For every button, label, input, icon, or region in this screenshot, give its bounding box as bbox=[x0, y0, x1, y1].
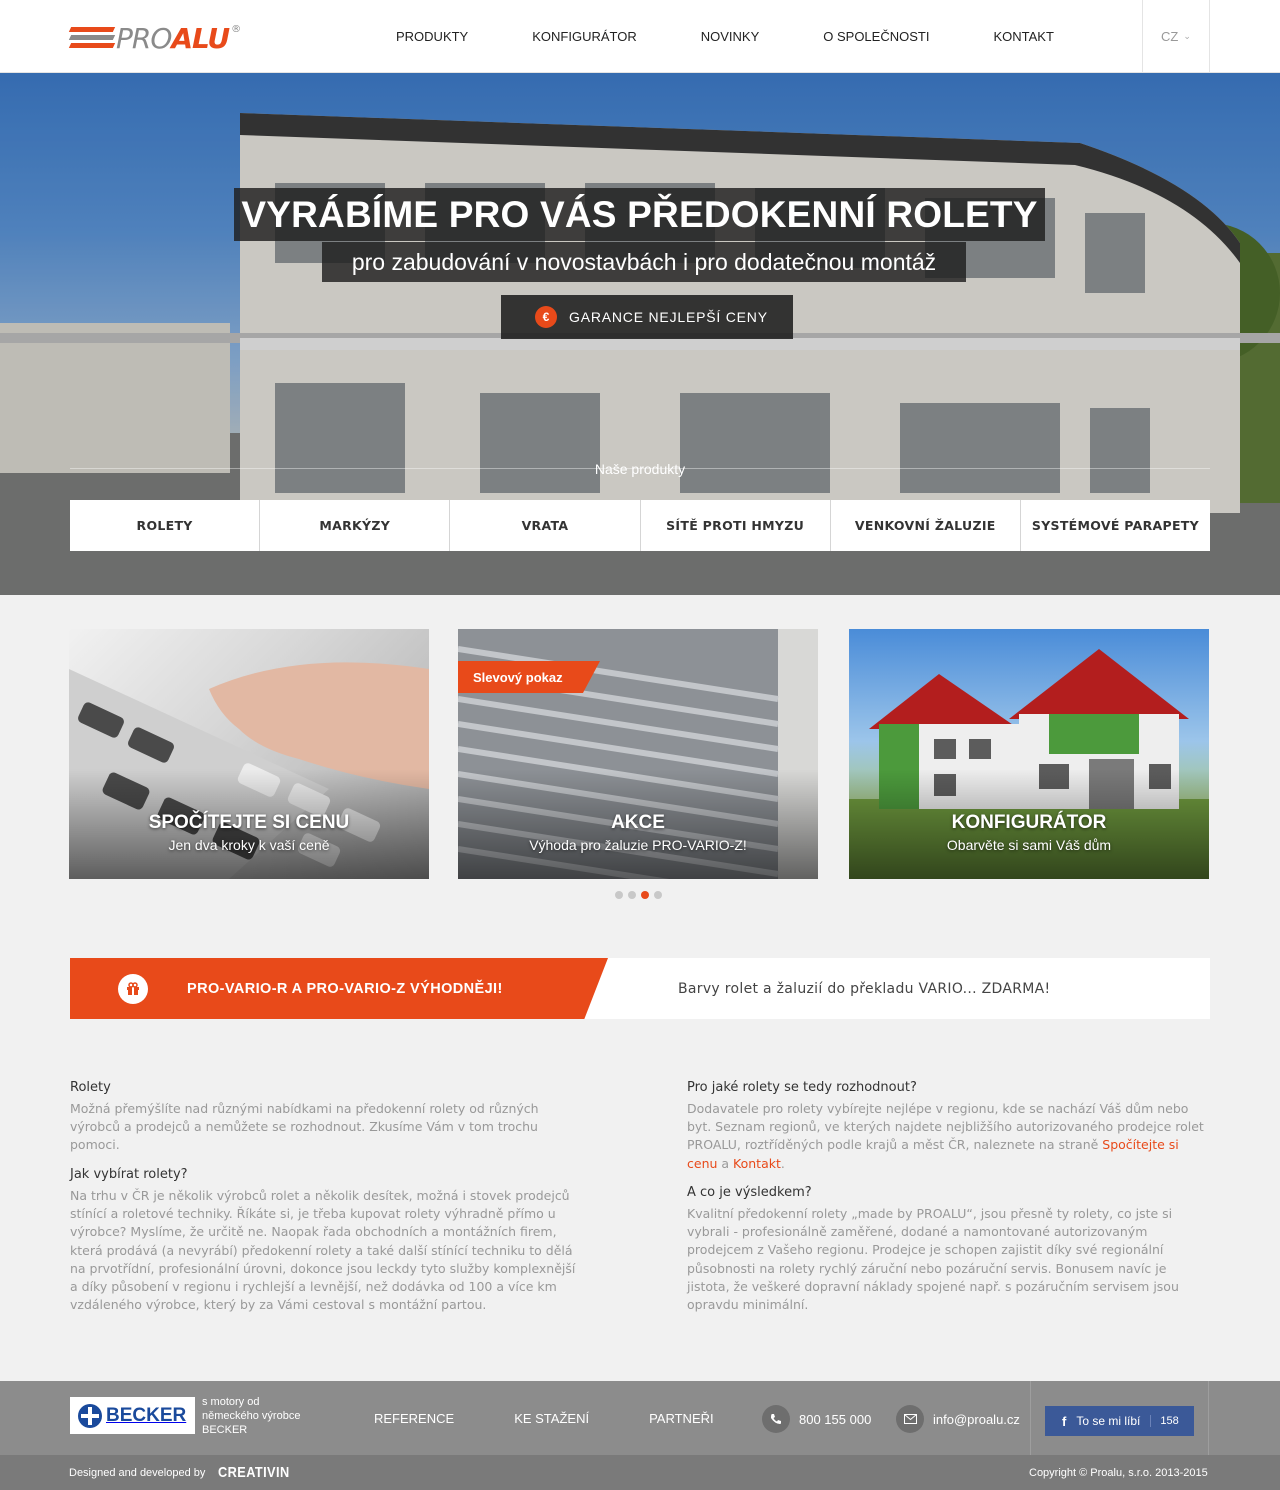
nav-o-spolecnosti[interactable]: O SPOLEČNOSTI bbox=[791, 29, 961, 44]
carousel-dot[interactable] bbox=[628, 891, 636, 899]
phone-contact[interactable]: 800 155 000 bbox=[762, 1405, 871, 1433]
hero-title: VYRÁBÍME PRO VÁS PŘEDOKENNÍ ROLETY bbox=[241, 193, 1038, 235]
footer-divider bbox=[1030, 1381, 1031, 1455]
nav-novinky[interactable]: NOVINKY bbox=[669, 29, 792, 44]
promo-text: Barvy rolet a žaluzií do překladu VARIO.… bbox=[678, 980, 1051, 997]
email-address: info@proalu.cz bbox=[933, 1411, 1020, 1427]
logo-stripes-icon bbox=[68, 25, 116, 51]
product-tab-rolety[interactable]: ROLETY bbox=[70, 500, 261, 551]
promo-title: PRO-VARIO-R A PRO-VARIO-Z VÝHODNĚJI! bbox=[187, 980, 503, 997]
footer-divider bbox=[1208, 1381, 1209, 1455]
products-heading-text: Naše produkty bbox=[594, 461, 686, 477]
article-rolety: Rolety Možná přemýšlíte nad různými nabí… bbox=[70, 1080, 590, 1155]
guarantee-label: GARANCE NEJLEPŠÍ CENY bbox=[569, 309, 768, 325]
best-price-guarantee-button[interactable]: € GARANCE NEJLEPŠÍ CENY bbox=[501, 295, 793, 339]
designed-by-text: Designed and developed by bbox=[69, 1466, 206, 1479]
facebook-like-button[interactable]: f To se mi líbí 158 bbox=[1045, 1406, 1194, 1436]
logo-text-alu: ALU bbox=[171, 21, 230, 55]
link-kontakt[interactable]: Kontakt bbox=[733, 1156, 781, 1171]
card-subtitle: Obarvěte si sami Váš dům bbox=[946, 837, 1112, 853]
article-vysledek: A co je výsledkem? Kvalitní předokenní r… bbox=[687, 1185, 1212, 1314]
language-switcher[interactable]: CZ ⌄ bbox=[1142, 0, 1210, 73]
article-heading: Rolety bbox=[70, 1080, 111, 1095]
footer-link-reference[interactable]: REFERENCE bbox=[344, 1411, 484, 1426]
becker-logo[interactable]: BECKER bbox=[70, 1397, 195, 1434]
product-tab-markyzy[interactable]: MARKÝZY bbox=[260, 500, 451, 551]
main-nav: PRODUKTY KONFIGURÁTOR NOVINKY O SPOLEČNO… bbox=[364, 0, 1086, 73]
card-subtitle: Výhoda pro žaluzie PRO-VARIO-Z! bbox=[529, 837, 747, 853]
facebook-icon: f bbox=[1062, 1413, 1067, 1429]
article-text: Dodavatele pro rolety vybírejte nejlépe … bbox=[687, 1100, 1212, 1173]
product-tab-site-proti-hmyzu[interactable]: SÍTĚ PROTI HMYZU bbox=[641, 500, 831, 551]
gift-icon bbox=[118, 973, 148, 1004]
article-heading: Jak vybírat rolety? bbox=[70, 1167, 188, 1182]
footer-nav: REFERENCE KE STAŽENÍ PARTNEŘI bbox=[344, 1381, 744, 1455]
article-text: Kvalitní předokenní rolety „made by PROA… bbox=[687, 1206, 1179, 1313]
email-contact[interactable]: info@proalu.cz bbox=[896, 1405, 1020, 1433]
facebook-like-count: 158 bbox=[1150, 1415, 1179, 1427]
nav-kontakt[interactable]: KONTAKT bbox=[961, 29, 1085, 44]
nav-konfigurator[interactable]: KONFIGURÁTOR bbox=[500, 29, 669, 44]
card-title: SPOČÍTEJTE SI CENU bbox=[148, 812, 350, 833]
article-text: Na trhu v ČR je několik výrobců rolet a … bbox=[70, 1188, 576, 1313]
language-label: CZ bbox=[1161, 29, 1179, 44]
discount-badge: Slevový pokaz bbox=[458, 661, 600, 693]
euro-icon: € bbox=[535, 306, 557, 328]
promo-highlight: PRO-VARIO-R A PRO-VARIO-Z VÝHODNĚJI! bbox=[70, 958, 608, 1019]
article-text-part: a bbox=[717, 1155, 734, 1171]
footer-link-partneri[interactable]: PARTNEŘI bbox=[619, 1411, 744, 1426]
products-heading: Naše produkty bbox=[0, 461, 1280, 477]
promo-banner[interactable]: PRO-VARIO-R A PRO-VARIO-Z VÝHODNĚJI! Bar… bbox=[70, 958, 1210, 1019]
article-text-part: . bbox=[780, 1155, 785, 1171]
designed-by: Designed and developed by CREATIVIN bbox=[69, 1455, 303, 1490]
hero-title-box: VYRÁBÍME PRO VÁS PŘEDOKENNÍ ROLETY bbox=[234, 188, 1045, 241]
card-title: KONFIGURÁTOR bbox=[951, 812, 1107, 833]
article-heading: A co je výsledkem? bbox=[687, 1185, 812, 1200]
carousel-dot[interactable] bbox=[615, 891, 623, 899]
site-header: PRO ALU ® PRODUKTY KONFIGURÁTOR NOVINKY … bbox=[0, 0, 1280, 73]
envelope-icon bbox=[896, 1405, 924, 1433]
carousel-dots bbox=[615, 891, 662, 899]
creativin-logo[interactable]: CREATIVIN bbox=[218, 1464, 290, 1481]
logo-text-pro: PRO bbox=[116, 21, 172, 55]
copyright: Copyright © Proalu, s.r.o. 2013-2015 bbox=[1029, 1466, 1208, 1479]
hero-subtitle-box: pro zabudování v novostavbách i pro doda… bbox=[322, 242, 966, 282]
card-title: AKCE bbox=[611, 812, 665, 833]
article-text: Možná přemýšlíte nad různými nabídkami n… bbox=[70, 1101, 539, 1153]
logo-registered-mark: ® bbox=[231, 24, 242, 35]
hero-subtitle: pro zabudování v novostavbách i pro doda… bbox=[351, 248, 937, 275]
product-tab-vrata[interactable]: VRATA bbox=[450, 500, 641, 551]
nav-produkty[interactable]: PRODUKTY bbox=[364, 29, 500, 44]
becker-mark-icon bbox=[78, 1403, 102, 1428]
becker-note: s motory od německého výrobce BECKER bbox=[202, 1396, 301, 1436]
footer-top: BECKER s motory od německého výrobce BEC… bbox=[0, 1381, 1280, 1455]
phone-number: 800 155 000 bbox=[799, 1411, 872, 1427]
article-pro-jake-rolety: Pro jaké rolety se tedy rozhodnout? Doda… bbox=[687, 1080, 1212, 1173]
card-spocitejte-si-cenu[interactable]: SPOČÍTEJTE SI CENU Jen dva kroky k vaší … bbox=[69, 629, 429, 879]
card-subtitle: Jen dva kroky k vaší ceně bbox=[168, 837, 330, 853]
article-jak-vybirat: Jak vybírat rolety? Na trhu v ČR je něko… bbox=[70, 1167, 585, 1314]
chevron-down-icon: ⌄ bbox=[1183, 31, 1191, 41]
product-tabs: ROLETY MARKÝZY VRATA SÍTĚ PROTI HMYZU VE… bbox=[70, 500, 1210, 551]
facebook-like-label: To se mi líbí bbox=[1076, 1414, 1141, 1428]
footer-bottom: Designed and developed by CREATIVIN Copy… bbox=[0, 1455, 1280, 1490]
proalu-logo[interactable]: PRO ALU ® bbox=[68, 21, 242, 55]
hero-banner: VYRÁBÍME PRO VÁS PŘEDOKENNÍ ROLETY pro z… bbox=[0, 73, 1280, 595]
card-konfigurator[interactable]: KONFIGURÁTOR Obarvěte si sami Váš dům bbox=[849, 629, 1209, 879]
article-heading: Pro jaké rolety se tedy rozhodnout? bbox=[687, 1080, 917, 1095]
footer-link-ke-stazeni[interactable]: KE STAŽENÍ bbox=[484, 1411, 619, 1426]
carousel-dot[interactable] bbox=[654, 891, 662, 899]
card-akce[interactable]: Slevový pokaz AKCE Výhoda pro žaluzie PR… bbox=[458, 629, 818, 879]
product-tab-systemove-parapety[interactable]: SYSTÉMOVÉ PARAPETY bbox=[1021, 500, 1210, 551]
product-tab-venkovni-zaluzie[interactable]: VENKOVNÍ ŽALUZIE bbox=[831, 500, 1021, 551]
phone-icon bbox=[762, 1405, 790, 1433]
becker-logo-text: BECKER bbox=[106, 1404, 187, 1426]
carousel-dot-active[interactable] bbox=[641, 891, 649, 899]
